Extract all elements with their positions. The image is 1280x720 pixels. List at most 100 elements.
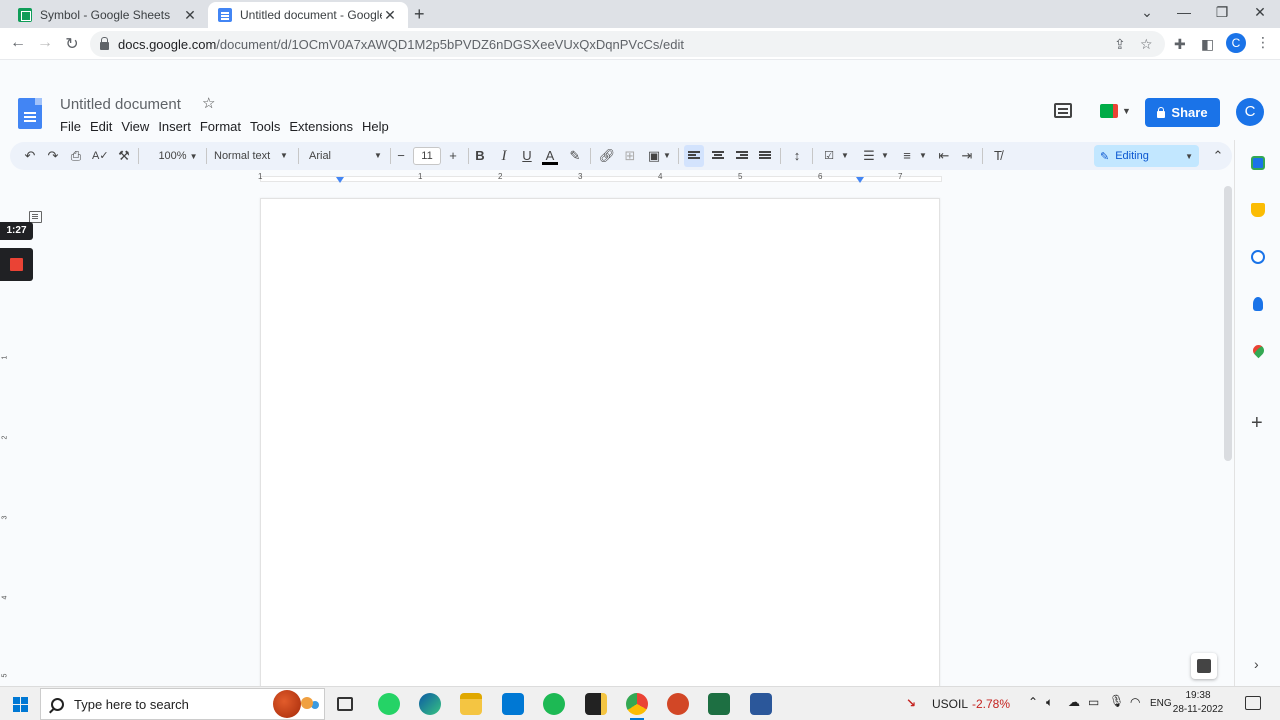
taskbar-search-box[interactable]: Type here to search (40, 688, 325, 720)
spotify-icon[interactable] (543, 693, 565, 715)
close-tab-icon[interactable]: ✕ (382, 7, 398, 24)
document-title[interactable]: Untitled document (60, 96, 181, 113)
profile-avatar[interactable]: C (1226, 33, 1246, 53)
paint-format-icon[interactable]: ⚒ (116, 142, 132, 170)
sticky-notes-icon[interactable] (585, 693, 607, 715)
clear-formatting-icon[interactable]: T̸ (990, 142, 1006, 170)
bulleted-list-icon[interactable]: ☰ (860, 142, 878, 170)
increase-indent-icon[interactable]: ⇥ (958, 142, 976, 170)
chevron-down-icon[interactable]: ▼ (840, 142, 850, 170)
maps-icon[interactable] (1250, 342, 1267, 359)
font-size-input[interactable]: 11 (413, 147, 441, 165)
menu-extensions[interactable]: Extensions (289, 119, 353, 134)
chevron-down-icon[interactable]: ▼ (880, 142, 890, 170)
calendar-icon[interactable] (1251, 156, 1265, 170)
bold-icon[interactable]: B (472, 142, 488, 170)
onedrive-icon[interactable]: ☁ (1068, 695, 1080, 709)
chrome-icon[interactable] (626, 693, 648, 720)
file-explorer-icon[interactable] (460, 693, 482, 715)
menu-help[interactable]: Help (362, 119, 389, 134)
chrome-menu-icon[interactable]: ⋮ (1256, 34, 1270, 51)
show-hidden-icons-icon[interactable]: ⌃ (1028, 695, 1038, 709)
contacts-icon[interactable] (1253, 297, 1263, 311)
microphone-icon[interactable]: 🎙︎ (1109, 694, 1124, 708)
wifi-icon[interactable]: ◠ (1130, 695, 1140, 709)
document-page[interactable] (260, 198, 940, 688)
close-window-icon[interactable]: ✕ (1250, 4, 1270, 21)
undo-icon[interactable]: ↶ (22, 142, 38, 170)
share-page-icon[interactable]: ⇪ (1114, 36, 1126, 53)
stop-recording-button[interactable] (0, 248, 33, 281)
stock-change[interactable]: -2.78% (972, 697, 1010, 711)
redo-icon[interactable]: ↷ (45, 142, 61, 170)
forward-icon[interactable]: → (35, 34, 55, 52)
whatsapp-icon[interactable] (378, 693, 400, 715)
hide-menus-icon[interactable]: ⌃ (1210, 142, 1226, 170)
account-avatar[interactable]: C (1236, 98, 1264, 126)
left-indent-marker[interactable] (336, 177, 344, 183)
new-tab-icon[interactable]: + (414, 4, 425, 25)
excel-icon[interactable] (708, 693, 730, 715)
checklist-icon[interactable]: ☑ (820, 142, 838, 170)
increase-font-size-icon[interactable]: + (446, 142, 460, 170)
system-clock[interactable]: 19:38 28-11-2022 (1168, 689, 1228, 717)
link-icon[interactable]: 🔗︎ (598, 142, 616, 170)
spellcheck-icon[interactable]: A✓ (92, 142, 109, 170)
address-bar[interactable]: docs.google.com/document/d/1OCmV0A7xAWQD… (90, 31, 1165, 57)
bookmark-star-icon[interactable]: ☆ (1140, 36, 1153, 53)
volume-icon[interactable]: 🔈︎ (1046, 695, 1053, 710)
stock-symbol[interactable]: USOIL (932, 697, 968, 711)
browser-tab-docs[interactable]: Untitled document - Google Docs ✕ (208, 2, 408, 28)
powerpoint-icon[interactable] (667, 693, 689, 715)
meet-icon[interactable] (1100, 104, 1118, 118)
minimize-icon[interactable]: — (1174, 4, 1194, 20)
underline-icon[interactable]: U (519, 142, 535, 170)
menu-tools[interactable]: Tools (250, 119, 280, 134)
share-button[interactable]: Share (1145, 98, 1220, 127)
decrease-font-size-icon[interactable]: − (394, 142, 408, 170)
reload-icon[interactable]: ↻ (62, 34, 82, 54)
mail-icon[interactable] (502, 693, 524, 715)
maximize-icon[interactable]: ❐ (1212, 4, 1232, 21)
chevron-down-icon[interactable]: ▼ (278, 142, 290, 170)
keep-icon[interactable] (1251, 203, 1265, 217)
numbered-list-icon[interactable]: ≡ (898, 142, 916, 170)
tasks-icon[interactable] (1251, 250, 1265, 264)
extensions-icon[interactable]: ✚ (1174, 36, 1186, 53)
chevron-right-icon[interactable]: › (1254, 656, 1259, 672)
comment-history-icon[interactable] (1054, 103, 1072, 118)
highlight-icon[interactable]: ✎ (567, 142, 583, 170)
chevron-down-icon[interactable]: ▼ (372, 142, 384, 170)
horizontal-ruler[interactable]: 1 1 2 3 4 5 6 7 (10, 172, 1232, 185)
align-center-icon[interactable] (710, 142, 726, 170)
right-indent-marker[interactable] (856, 177, 864, 183)
chevron-down-icon[interactable]: ▼ (918, 142, 928, 170)
close-tab-icon[interactable]: ✕ (182, 7, 198, 24)
vertical-scrollbar[interactable] (1224, 186, 1232, 461)
back-icon[interactable]: ← (8, 34, 28, 52)
battery-icon[interactable]: ▭ (1088, 695, 1099, 709)
italic-icon[interactable]: I (496, 142, 512, 170)
menu-file[interactable]: File (60, 119, 81, 134)
editing-mode-select[interactable]: ✎ Editing ▼ (1094, 145, 1199, 167)
menu-insert[interactable]: Insert (158, 119, 191, 134)
edge-icon[interactable] (419, 693, 441, 715)
windows-start-icon[interactable] (13, 697, 28, 712)
insert-image-icon[interactable]: ▣ (646, 142, 662, 170)
menu-format[interactable]: Format (200, 119, 241, 134)
docs-home-icon[interactable] (18, 98, 42, 129)
menu-view[interactable]: View (121, 119, 149, 134)
add-addon-icon[interactable]: + (1251, 412, 1263, 435)
explore-icon[interactable] (1191, 653, 1217, 679)
chevron-down-icon[interactable]: ▼ (662, 142, 672, 170)
align-left-icon[interactable] (684, 145, 704, 167)
tab-search-icon[interactable]: ⌄ (1137, 4, 1157, 21)
star-icon[interactable]: ☆ (202, 94, 215, 112)
word-icon[interactable] (750, 693, 772, 715)
decrease-indent-icon[interactable]: ⇤ (935, 142, 953, 170)
zoom-select[interactable]: 100% ▼ (148, 142, 208, 170)
text-color-icon[interactable]: A (542, 142, 558, 170)
task-view-icon[interactable] (337, 697, 353, 711)
print-icon[interactable]: ⎙ (68, 142, 84, 170)
notifications-icon[interactable] (1245, 696, 1261, 710)
